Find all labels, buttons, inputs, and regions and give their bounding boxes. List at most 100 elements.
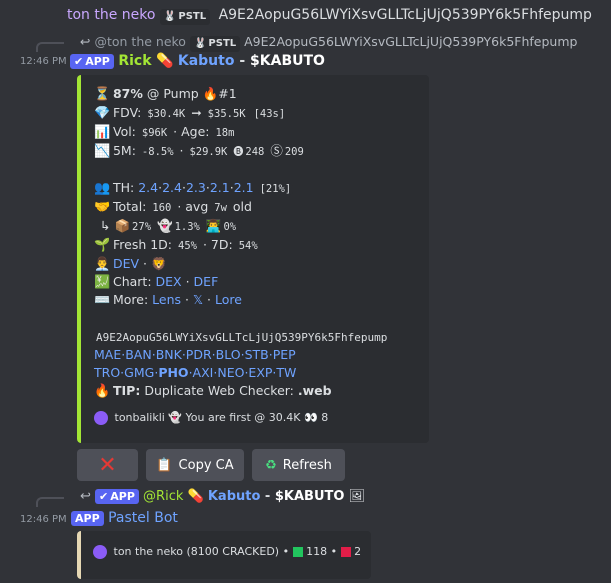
keyboard-icon: ⌨️ xyxy=(94,293,111,308)
ticker: $KABUTO xyxy=(250,53,325,69)
embed-line-dev: 👨‍💼 DEV · 🦁 xyxy=(94,256,167,272)
holder-link[interactable]: 2.4 xyxy=(162,180,182,195)
dev-link[interactable]: DEV xyxy=(113,256,139,271)
message-content: A9E2AopuG56LWYiXsvGLLTcLjUjQ539PY6k5Fhfe… xyxy=(218,7,592,23)
x-link[interactable]: 𝕏 xyxy=(193,292,203,307)
platform-link[interactable]: EXP xyxy=(248,365,272,380)
refresh-button[interactable]: ♻ Refresh xyxy=(252,449,345,481)
title-link[interactable]: Kabuto xyxy=(178,53,235,69)
worker-icon: 👨‍💻 xyxy=(205,218,222,233)
platform-link[interactable]: PEP xyxy=(273,347,296,362)
embed-line-chart: 💹 Chart: DEX · DEF xyxy=(94,274,219,290)
check-icon: ✔ xyxy=(99,490,109,503)
platform-link[interactable]: PHO xyxy=(158,365,188,380)
image-icon: 🖼 xyxy=(348,489,366,504)
platform-link[interactable]: NEO xyxy=(217,365,244,380)
footer-user: tonbalikli xyxy=(114,411,165,424)
buy-icon: 🅑 xyxy=(233,147,244,158)
embed-line-volume: 📊 Vol: $96K · Age: 18m xyxy=(94,124,237,140)
avatar xyxy=(93,545,107,559)
embed-tip: 🔥 TIP: Duplicate Web Checker: .web xyxy=(94,383,332,399)
embed-accent-bar xyxy=(77,531,81,579)
fire-icon: 🔥 xyxy=(94,384,111,399)
close-icon: ✕ xyxy=(98,452,117,478)
lens-link[interactable]: Lens xyxy=(152,292,181,307)
clipboard-icon: 📋 xyxy=(156,457,173,473)
bunny-icon: 🐰 xyxy=(193,38,207,49)
embed-line-top-holders: 👥 TH: 2.4·2.4·2.3·2.1·2.1 [21%] xyxy=(94,180,294,196)
author-name[interactable]: Rick xyxy=(118,53,151,69)
bar-chart-icon: 📊 xyxy=(94,125,111,140)
platform-link[interactable]: STB xyxy=(245,347,269,362)
check-icon: ✔ xyxy=(74,55,84,68)
bunny-icon: 🐰 xyxy=(163,11,177,22)
platform-link[interactable]: PDR xyxy=(186,347,212,362)
reply-connector xyxy=(36,42,64,52)
embed-line-fdv: 💎 FDV: $30.4K ➞ $35.5K [43s] xyxy=(94,105,288,121)
handshake-icon: 🤝 xyxy=(94,200,111,215)
app-badge: ✔ APP xyxy=(95,489,139,504)
title-link[interactable]: Kabuto xyxy=(208,489,261,504)
platform-link[interactable]: MAE xyxy=(94,347,121,362)
message-header: APP Pastel Bot xyxy=(71,510,178,526)
contract-address[interactable]: A9E2AopuG56LWYiXsvGLLTcLjUjQ539PY6k5Fhfe… xyxy=(94,328,390,346)
platform-link[interactable]: BLO xyxy=(216,347,241,362)
fire-icon: 🔥 xyxy=(202,86,219,101)
embed-line-total: 🤝 Total: 160 · avg 7w old xyxy=(94,199,252,215)
server-tag: 🐰 PSTL xyxy=(189,35,241,52)
chart-down-icon: 📉 xyxy=(94,144,111,159)
box-icon: 📦 xyxy=(114,218,131,233)
server-tag: 🐰 PSTL xyxy=(159,8,211,25)
close-button[interactable]: ✕ xyxy=(77,449,138,481)
holder-link[interactable]: 2.3 xyxy=(186,180,206,195)
dex-link[interactable]: DEX xyxy=(156,274,182,289)
platform-link[interactable]: BAN xyxy=(125,347,151,362)
embed-line-rank: ⏳ 87% @ Pump 🔥#1 xyxy=(94,86,237,102)
platform-link[interactable]: TW xyxy=(276,365,296,380)
author-name[interactable]: Pastel Bot xyxy=(108,510,178,526)
chart-up-icon: 💹 xyxy=(94,275,111,290)
copy-ca-button[interactable]: 📋 Copy CA xyxy=(146,449,244,481)
holder-link[interactable]: 2.4 xyxy=(138,180,158,195)
timestamp: 12:46 PM xyxy=(20,56,67,67)
footer-user: ton the neko (8100 CRACKED) xyxy=(113,545,280,558)
embed-accent-bar xyxy=(77,75,81,443)
embed-line-5m: 📉 5M: -8.5% · $29.9K 🅑 248 Ⓢ 209 xyxy=(94,143,306,159)
reply-preview[interactable]: ↩ ✔ APP @Rick 💊 Kabuto - $KABUTO 🖼 xyxy=(80,489,365,504)
lion-icon: 🦁 xyxy=(150,256,167,271)
pill-icon: 💊 xyxy=(155,53,174,69)
ghost-icon: 👻 xyxy=(157,218,173,233)
app-badge: APP xyxy=(71,511,104,526)
message-header: ✔ APP Rick 💊 Kabuto - $KABUTO xyxy=(70,53,325,69)
avatar xyxy=(94,411,108,425)
platform-links-row-1: MAE·BAN·BNK·PDR·BLO·STB·PEP xyxy=(94,347,296,362)
recycle-icon: ♻ xyxy=(265,457,277,473)
eyes-icon: 👀 xyxy=(303,411,318,424)
reply-mention[interactable]: @Rick xyxy=(143,489,183,504)
holder-link[interactable]: 2.1 xyxy=(210,180,230,195)
red-square-icon xyxy=(340,547,351,557)
embed-line-more: ⌨️ More: Lens · 𝕏 · Lore xyxy=(94,292,242,308)
author-name[interactable]: ton the neko xyxy=(67,7,155,23)
pill-icon: 💊 xyxy=(187,489,204,504)
holder-link[interactable]: 2.1 xyxy=(234,180,254,195)
top-message: ton the neko 🐰 PSTL A9E2AopuG56LWYiXsvGLL… xyxy=(67,7,592,25)
reply-mention[interactable]: @ton the neko xyxy=(94,34,186,49)
def-link[interactable]: DEF xyxy=(194,274,219,289)
platform-link[interactable]: GMG xyxy=(124,365,154,380)
lore-link[interactable]: Lore xyxy=(215,292,242,307)
seedling-icon: 🌱 xyxy=(94,238,111,253)
embed-footer: ton the neko (8100 CRACKED) • 118 • 2 xyxy=(93,545,361,559)
platform-link[interactable]: TRO xyxy=(94,365,120,380)
app-badge: ✔ APP xyxy=(70,54,114,69)
reply-connector xyxy=(36,497,64,507)
platform-link[interactable]: AXI xyxy=(193,365,214,380)
embed-footer: tonbalikli 👻 You are first @ 30.4K 👀 8 xyxy=(94,409,328,427)
reply-arrow-icon: ↩ xyxy=(80,34,91,49)
platform-link[interactable]: BNK xyxy=(156,347,182,362)
hourglass-icon: ⏳ xyxy=(94,87,111,102)
sell-icon: Ⓢ xyxy=(270,143,283,158)
reply-preview[interactable]: ↩ @ton the neko 🐰 PSTL A9E2AopuG56LWYiXsv… xyxy=(80,34,577,52)
people-icon: 👥 xyxy=(94,181,111,196)
reply-arrow-icon: ↩ xyxy=(80,489,91,504)
